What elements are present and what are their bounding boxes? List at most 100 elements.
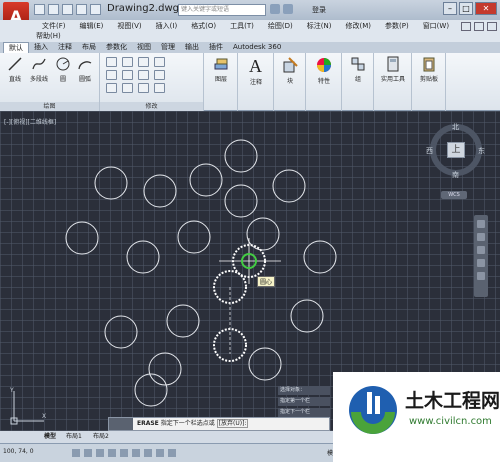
modify-group-label[interactable]: 修改 xyxy=(100,102,203,111)
command-line-text[interactable]: ERASE 指定下一个栏选点或 [放弃(U)]: xyxy=(137,418,249,430)
drawing-circle[interactable] xyxy=(148,352,182,386)
menu-item[interactable]: 参数(P) xyxy=(379,21,415,31)
circle-tool[interactable]: 圆 xyxy=(54,56,72,83)
drawing-circle[interactable] xyxy=(189,163,223,197)
properties-tool[interactable]: 特性 xyxy=(310,56,338,85)
compass-east[interactable]: 东 xyxy=(478,146,485,156)
dyn-toggle[interactable] xyxy=(156,449,164,457)
orbit-icon[interactable] xyxy=(477,259,485,267)
drawing-circle[interactable] xyxy=(290,299,324,333)
otrack-toggle[interactable] xyxy=(132,449,140,457)
drawing-circle[interactable] xyxy=(94,166,128,200)
draw-group-label[interactable]: 绘图 xyxy=(0,102,99,111)
menu-item[interactable]: 工具(T) xyxy=(224,21,260,31)
polar-toggle[interactable] xyxy=(108,449,116,457)
drawing-circle[interactable] xyxy=(224,184,258,218)
stretch-icon[interactable] xyxy=(106,83,117,93)
grid-toggle[interactable] xyxy=(84,449,92,457)
ortho-toggle[interactable] xyxy=(96,449,104,457)
command-line[interactable]: ERASE 指定下一个栏选点或 [放弃(U)]: xyxy=(108,417,330,431)
drawing-circle[interactable] xyxy=(104,315,138,349)
drawing-circle[interactable] xyxy=(177,220,211,254)
full-navigation-wheel-icon[interactable] xyxy=(477,220,485,228)
offset-icon[interactable] xyxy=(154,83,165,93)
drawing-circle[interactable] xyxy=(134,373,168,407)
osnap-toggle[interactable] xyxy=(120,449,128,457)
scale-icon[interactable] xyxy=(122,83,133,93)
group-tool[interactable]: 组 xyxy=(346,56,370,83)
mirror-icon[interactable] xyxy=(122,70,133,80)
close-button[interactable]: ✕ xyxy=(475,2,497,15)
drawing-circle[interactable] xyxy=(272,169,306,203)
doc-close-button[interactable] xyxy=(487,22,497,31)
clipboard-tool[interactable]: 剪贴板 xyxy=(415,56,443,83)
arc-tool[interactable]: 圆弧 xyxy=(75,56,95,83)
snap-toggle[interactable] xyxy=(72,449,80,457)
ribbon-panel: 直线 多段线 圆 圆弧 绘图 修改 图层 A 注释 块 特性 组 实用工具 剪贴… xyxy=(0,53,500,111)
coordinate-readout[interactable]: 100, 74, 0 xyxy=(3,448,34,455)
command-prompt: 指定下一个栏选点或 xyxy=(160,420,215,427)
open-icon[interactable] xyxy=(48,4,59,15)
save-icon[interactable] xyxy=(62,4,73,15)
polyline-tool[interactable]: 多段线 xyxy=(27,56,51,83)
copy-icon[interactable] xyxy=(106,70,117,80)
tab-layout2[interactable]: 布局2 xyxy=(93,431,109,443)
compass-south[interactable]: 南 xyxy=(452,170,459,180)
command-line-grip[interactable] xyxy=(109,418,133,430)
tab-model[interactable]: 模型 xyxy=(44,431,56,443)
maximize-button[interactable]: □ xyxy=(459,2,473,15)
new-icon[interactable] xyxy=(34,4,45,15)
menu-item-help[interactable]: 帮助(H) xyxy=(36,31,61,41)
viewcube-top-face[interactable]: 上 xyxy=(447,142,465,158)
minimize-button[interactable]: – xyxy=(443,2,457,15)
layers-tool[interactable]: 图层 xyxy=(208,56,234,83)
ducs-toggle[interactable] xyxy=(144,449,152,457)
drawing-circle[interactable] xyxy=(143,174,177,208)
drawing-circle[interactable] xyxy=(248,347,282,381)
utilities-tool[interactable]: 实用工具 xyxy=(377,56,409,83)
showmotion-icon[interactable] xyxy=(477,272,485,280)
menu-item[interactable]: 视图(V) xyxy=(111,21,147,31)
redo-icon[interactable] xyxy=(90,4,101,15)
move-icon[interactable] xyxy=(106,57,117,67)
drawing-circle[interactable] xyxy=(65,221,99,255)
array-icon[interactable] xyxy=(138,83,149,93)
search-input[interactable]: 键入关键字或短语 xyxy=(178,4,266,16)
menu-item[interactable]: 格式(O) xyxy=(185,21,222,31)
explode-icon[interactable] xyxy=(154,70,165,80)
drawing-circle[interactable] xyxy=(126,240,160,274)
lineweight-toggle[interactable] xyxy=(168,449,176,457)
menu-item[interactable]: 绘图(D) xyxy=(262,21,299,31)
drawing-circle[interactable] xyxy=(166,304,200,338)
tab-layout1[interactable]: 布局1 xyxy=(66,431,82,443)
compass-north[interactable]: 北 xyxy=(452,122,459,132)
user-icon[interactable] xyxy=(283,4,293,14)
menu-item[interactable]: 文件(F) xyxy=(36,21,72,31)
polyline-icon xyxy=(32,58,46,70)
pan-icon[interactable] xyxy=(477,233,485,241)
erase-icon[interactable] xyxy=(154,57,165,67)
doc-minimize-button[interactable] xyxy=(461,22,471,31)
zoom-icon[interactable] xyxy=(477,246,485,254)
login-link[interactable]: 登录 xyxy=(312,5,326,15)
drawing-circle[interactable] xyxy=(224,139,258,173)
wcs-menu[interactable]: WCS xyxy=(441,191,467,199)
menu-item[interactable]: 修改(M) xyxy=(339,21,377,31)
trim-icon[interactable] xyxy=(138,57,149,67)
search-icon[interactable] xyxy=(270,4,280,14)
drawing-circle[interactable] xyxy=(303,240,337,274)
line-tool[interactable]: 直线 xyxy=(4,56,26,83)
annotation-tool[interactable]: A 注释 xyxy=(242,55,270,86)
doc-restore-button[interactable] xyxy=(474,22,484,31)
menu-item[interactable]: 窗口(W) xyxy=(417,21,455,31)
undo-icon[interactable] xyxy=(76,4,87,15)
rotate-icon[interactable] xyxy=(122,57,133,67)
command-option-undo[interactable]: [放弃(U)]: xyxy=(216,419,249,428)
block-label: 块 xyxy=(286,78,293,85)
compass-west[interactable]: 西 xyxy=(426,146,433,156)
menu-item[interactable]: 编辑(E) xyxy=(74,21,110,31)
menu-item[interactable]: 插入(I) xyxy=(150,21,184,31)
fillet-icon[interactable] xyxy=(138,70,149,80)
block-tool[interactable]: 块 xyxy=(278,56,302,85)
menu-item[interactable]: 标注(N) xyxy=(301,21,338,31)
